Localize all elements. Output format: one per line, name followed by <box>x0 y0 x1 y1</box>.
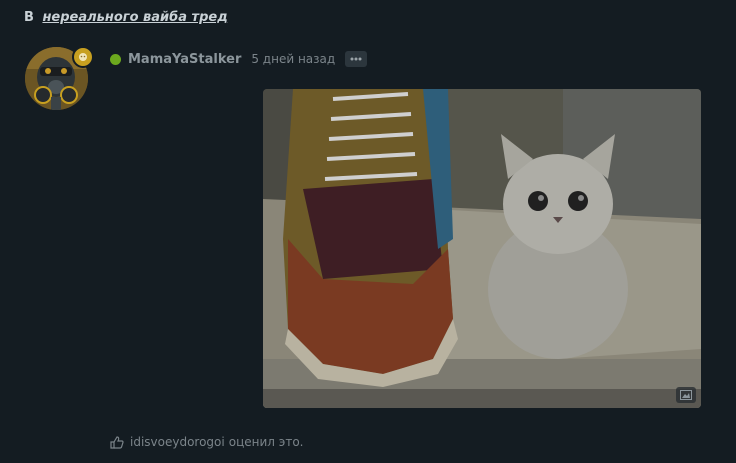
more-options-button[interactable] <box>345 51 368 67</box>
image-icon[interactable] <box>676 387 696 403</box>
thread-breadcrumb: В нереального вайба тред <box>24 10 228 25</box>
online-status-icon <box>110 53 121 65</box>
post-time[interactable]: 5 дней назад <box>251 52 335 66</box>
thread-link[interactable]: нереального вайба тред <box>42 10 227 25</box>
like-suffix: оценил это. <box>228 435 304 449</box>
like-user-link[interactable]: idisvoeydorogoi <box>130 435 225 449</box>
post-meta: MamaYaStalker 5 дней назад <box>110 50 368 68</box>
rank-badge-icon <box>72 46 94 68</box>
thread-prefix: В <box>24 10 34 25</box>
thumbs-up-icon <box>110 435 124 449</box>
ellipsis-icon <box>350 57 362 61</box>
reactions-bar: idisvoeydorogoi оценил это. <box>110 435 304 449</box>
username[interactable]: MamaYaStalker <box>128 52 241 67</box>
post-image[interactable] <box>263 89 701 408</box>
